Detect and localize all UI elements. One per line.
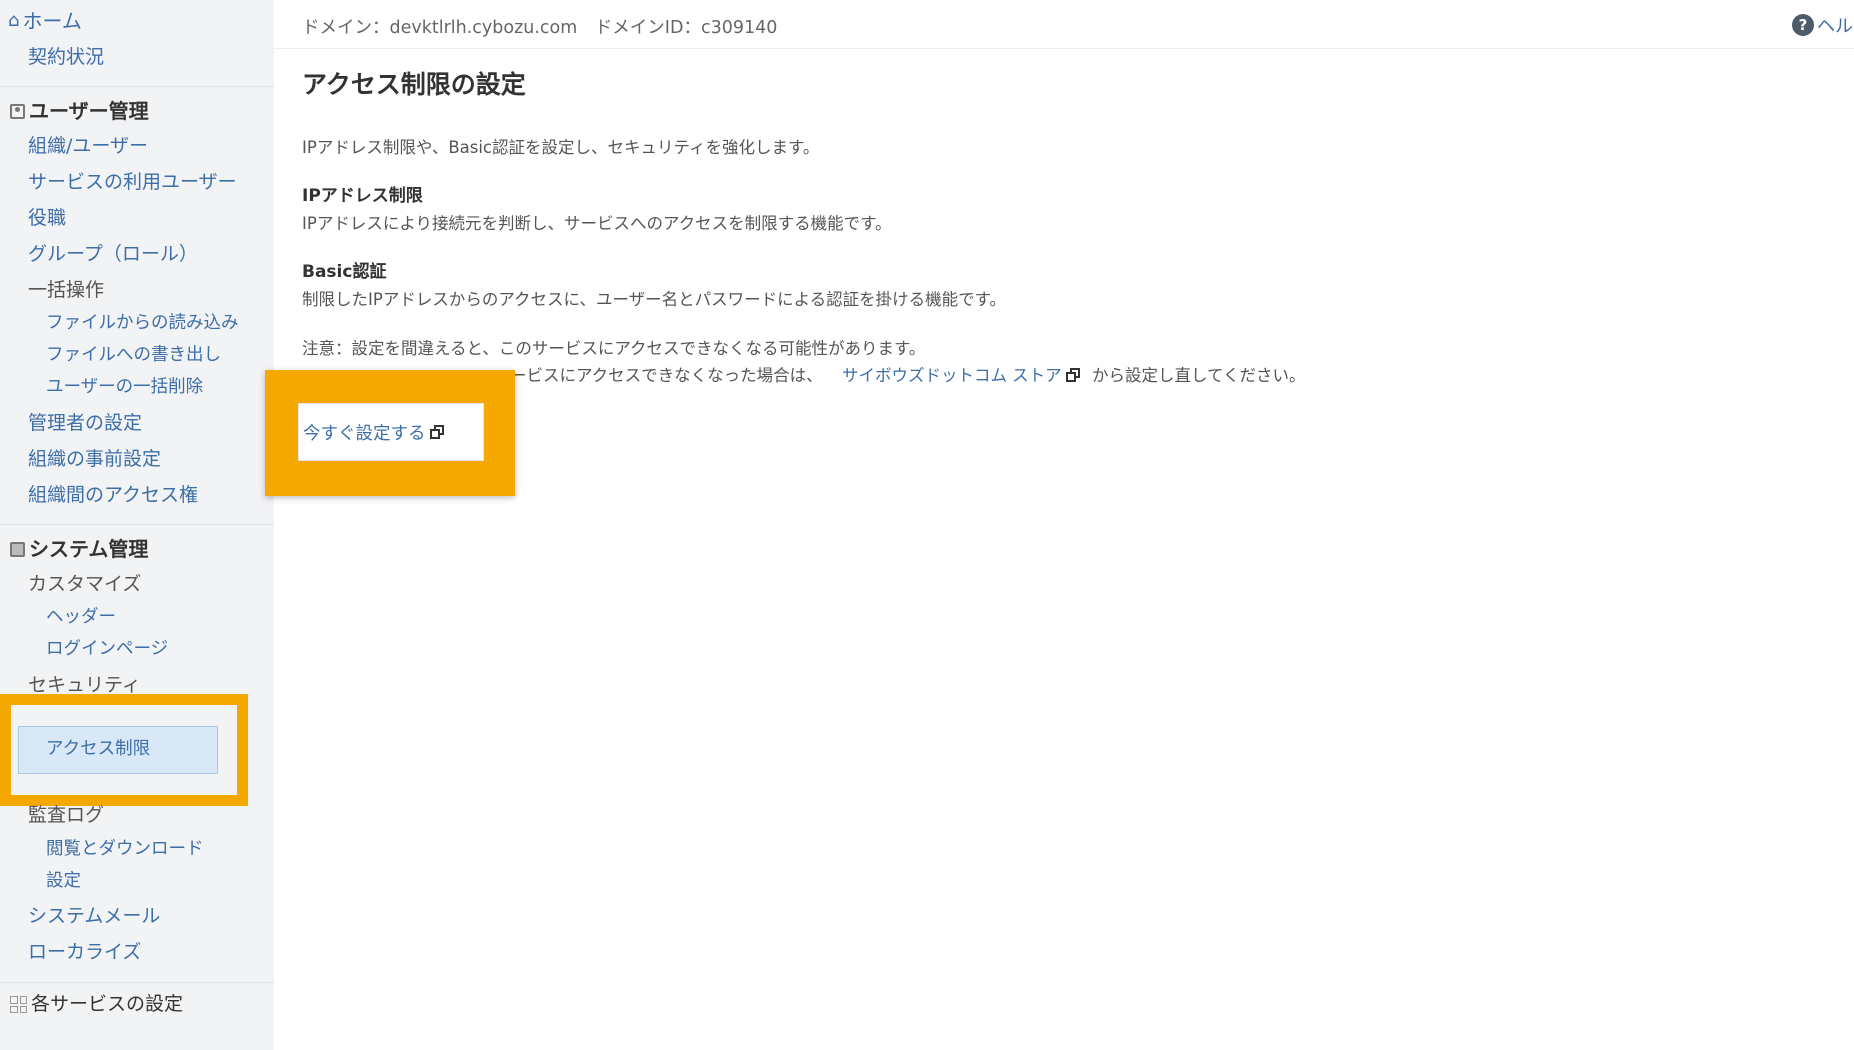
help-link[interactable]: ? ヘルプ — [1792, 12, 1854, 38]
user-management-icon — [10, 103, 25, 119]
main-content: アクセス制限の設定 IPアドレス制限や、Basic認証を設定し、セキュリティを強… — [274, 48, 1854, 1050]
warning-text-line2: ービスにアクセスできなくなった場合は、 サイボウズドットコム ストア から設定し… — [510, 366, 1306, 385]
external-window-icon — [429, 424, 445, 440]
sidebar-divider — [0, 524, 274, 525]
sidebar-item-org-users[interactable]: 組織/ユーザー — [28, 137, 148, 156]
sidebar-item-customize: カスタマイズ — [28, 573, 142, 595]
intro-text: IPアドレス制限や、Basic認証を設定し、セキュリティを強化します。 — [302, 138, 820, 157]
sidebar: ⌂ ホーム 契約状況 ユーザー管理 組織/ユーザー サービスの利用ユーザー 役職… — [0, 0, 274, 1050]
warning-text-prefix: ービスにアクセスできなくなった場合は、 — [510, 366, 823, 385]
sidebar-item-export[interactable]: ファイルへの書き出し — [46, 346, 221, 365]
help-label: ヘルプ — [1817, 16, 1854, 37]
sidebar-item-groups[interactable]: グループ（ロール） — [28, 245, 198, 264]
section-title: 各サービスの設定 — [31, 993, 184, 1015]
sidebar-item-header[interactable]: ヘッダー — [46, 608, 116, 627]
section-title: ユーザー管理 — [29, 99, 149, 123]
section-title: システム管理 — [29, 537, 149, 561]
sidebar-item-bulk-delete[interactable]: ユーザーの一括削除 — [46, 378, 203, 397]
home-icon: ⌂ — [8, 10, 20, 31]
external-window-icon — [1065, 368, 1081, 383]
system-management-icon — [10, 541, 25, 557]
sidebar-item-service-users[interactable]: サービスの利用ユーザー — [28, 173, 237, 192]
sidebar-item-admins[interactable]: 管理者の設定 — [28, 414, 142, 433]
store-link-label: サイボウズドットコム ストア — [841, 366, 1062, 385]
sidebar-item-audit-log: 監査ログ — [28, 804, 105, 826]
store-link[interactable]: サイボウズドットコム ストア — [842, 366, 1086, 385]
sidebar-item-security: セキュリティ — [28, 674, 141, 696]
domain-info: ドメイン：devktlrlh.cybozu.com ドメインID：c309140 — [302, 18, 778, 38]
sidebar-item-system-mail[interactable]: システムメール — [28, 907, 160, 926]
sidebar-item-org-presets[interactable]: 組織の事前設定 — [28, 450, 161, 469]
top-bar: ドメイン：devktlrlh.cybozu.com ドメインID：c309140… — [274, 0, 1854, 49]
warning-text: 注意：設定を間違えると、このサービスにアクセスできなくなる可能性があります。 — [302, 339, 926, 358]
ip-restriction-desc: IPアドレスにより接続元を判断し、サービスへのアクセスを制限する機能です。 — [302, 214, 892, 233]
sidebar-item-org-access[interactable]: 組織間のアクセス権 — [28, 486, 198, 505]
sidebar-item-home[interactable]: ⌂ ホーム — [8, 11, 82, 31]
sidebar-item-import[interactable]: ファイルからの読み込み — [46, 314, 239, 333]
warning-text-suffix: から設定し直してください。 — [1091, 366, 1306, 385]
sidebar-item-titles[interactable]: 役職 — [28, 209, 66, 228]
highlight-box-sidebar — [0, 694, 248, 806]
sidebar-item-audit-settings[interactable]: 設定 — [46, 872, 81, 891]
sidebar-item-label: ホーム — [22, 9, 82, 33]
section-header-service-settings[interactable]: 各サービスの設定 — [10, 995, 183, 1014]
basic-auth-desc: 制限したIPアドレスからのアクセスに、ユーザー名とパスワードによる認証を掛ける機… — [302, 290, 1007, 309]
sidebar-item-contract[interactable]: 契約状況 — [28, 48, 104, 67]
setup-now-label: 今すぐ設定する — [303, 423, 426, 444]
sidebar-divider — [0, 982, 274, 983]
help-icon: ? — [1792, 14, 1814, 36]
basic-auth-title: Basic認証 — [302, 262, 387, 282]
ip-restriction-title: IPアドレス制限 — [302, 186, 423, 206]
sidebar-item-login-page[interactable]: ログインページ — [46, 640, 168, 659]
section-header-system-management: システム管理 — [10, 539, 148, 559]
sidebar-item-audit-view-download[interactable]: 閲覧とダウンロード — [46, 840, 204, 859]
sidebar-item-bulk: 一括操作 — [28, 279, 105, 301]
page-title: アクセス制限の設定 — [302, 70, 526, 99]
section-header-user-management: ユーザー管理 — [10, 101, 149, 121]
sidebar-divider — [0, 86, 274, 87]
sidebar-item-localize[interactable]: ローカライズ — [28, 943, 141, 962]
setup-now-button[interactable]: 今すぐ設定する — [298, 403, 484, 461]
grid-icon — [10, 996, 27, 1013]
